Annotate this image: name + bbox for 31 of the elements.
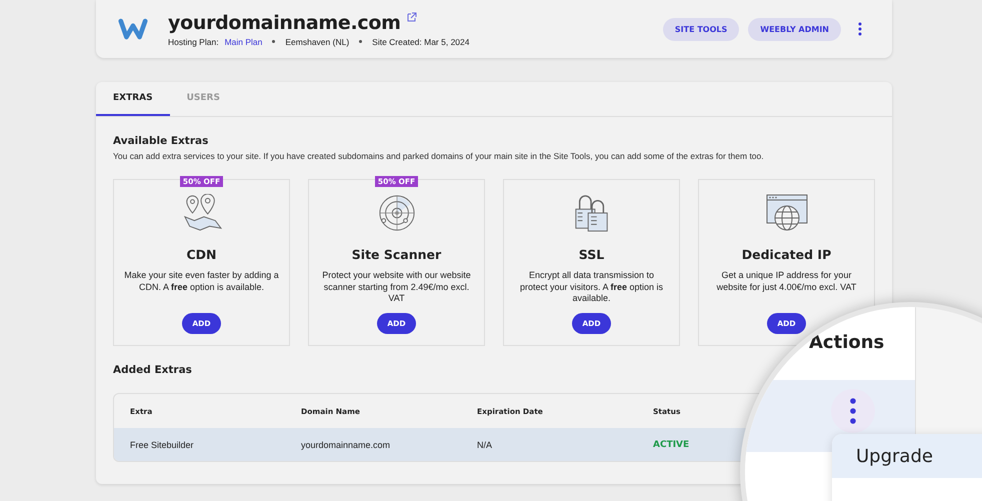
w-logo-icon <box>118 16 148 42</box>
meta-text: Site Created: Mar 5, 2024 <box>372 36 470 46</box>
extra-description: Make your site even faster by adding a CDN. A free option is available. <box>123 270 280 294</box>
extra-name: Dedicated IP <box>742 247 832 262</box>
header-button[interactable]: SITE TOOLS <box>662 18 740 40</box>
section-title: Available Extras <box>113 135 210 147</box>
section-description: You can add extra services to your site. If you have created subdomains and parked domains of your main site in the Site Tools, you can add some of the extras for them too. <box>113 151 765 161</box>
status-text: ACTIVE <box>653 440 690 450</box>
hosting-plan-label: Hosting Plan: <box>168 36 219 46</box>
external-link-icon[interactable] <box>406 12 417 22</box>
table-cell-text: yourdomainname.com <box>301 440 392 450</box>
table-cell-text: Free Sitebuilder <box>130 440 195 450</box>
menu-item[interactable]: Upgrade <box>832 434 982 478</box>
extra-name: CDN <box>186 247 216 262</box>
header-button[interactable]: WEEBLY ADMIN <box>748 18 841 40</box>
browser-globe-icon <box>766 194 808 232</box>
extra-name: SSL <box>578 247 604 262</box>
more-options-icon <box>850 398 856 424</box>
radar-icon <box>376 194 416 232</box>
plan-link[interactable]: Main Plan <box>224 36 262 46</box>
tab[interactable]: EXTRAS <box>96 82 170 116</box>
more-options-icon[interactable] <box>858 22 862 36</box>
table-cell-text: N/A <box>477 440 494 450</box>
extra-name: Site Scanner <box>352 247 442 262</box>
extra-description: Get a unique IP address for your website for just 4.00€/mo excl. VAT <box>716 270 858 294</box>
column-header: Actions <box>809 332 884 353</box>
extra-description: Protect your website with our website scanner starting from 2.49€/mo excl. VAT <box>321 270 472 306</box>
section-title: Added Extras <box>113 364 193 376</box>
domain-title: yourdomainname.com <box>168 12 401 34</box>
meta-text: Eemshaven (NL) <box>285 36 350 46</box>
extra-description: Encrypt all data transmission to protect your visitors. A free option is available. <box>518 270 664 306</box>
